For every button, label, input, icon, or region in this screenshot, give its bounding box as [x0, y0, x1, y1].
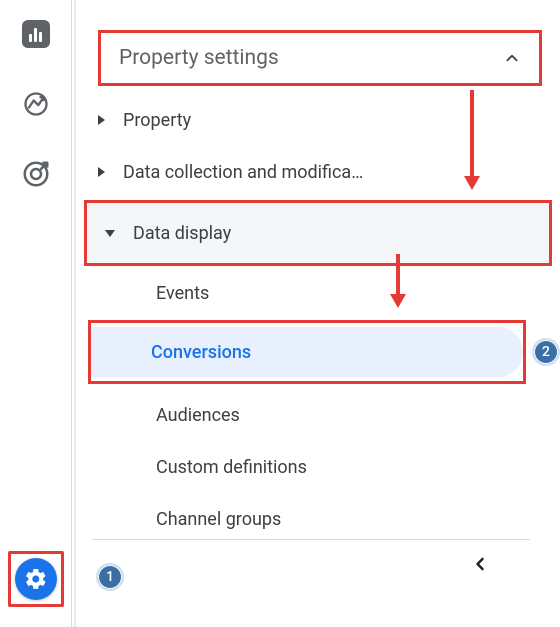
caret-down-icon — [105, 230, 115, 237]
nav-subitem-channel-groups[interactable]: Channel groups — [88, 494, 530, 544]
conversions-highlight-box: Conversions — [88, 320, 526, 384]
settings-panel: Property settings Property Data collecti… — [80, 0, 560, 546]
nav-subitem-label: Custom definitions — [156, 457, 307, 478]
caret-right-icon — [98, 167, 105, 177]
nav-subitem-custom-definitions[interactable]: Custom definitions — [88, 442, 530, 492]
admin-highlight-box — [8, 551, 64, 607]
annotation-badge-2: 2 — [532, 338, 560, 366]
nav-subitem-conversions[interactable]: Conversions — [91, 327, 523, 377]
nav-subitem-label: Conversions — [151, 342, 251, 363]
collapse-row — [92, 539, 530, 587]
nav-subitem-label: Events — [156, 283, 209, 304]
property-settings-label: Property settings — [119, 46, 279, 70]
chevron-up-icon — [503, 49, 521, 67]
nav-item-label: Data display — [133, 223, 231, 244]
data-display-highlight-box: Data display — [84, 200, 552, 266]
rail-divider — [74, 0, 76, 627]
nav-subitem-label: Channel groups — [156, 509, 281, 530]
nav-subitem-label: Audiences — [156, 405, 240, 426]
nav-subitem-events[interactable]: Events — [88, 268, 530, 318]
conversions-row: Conversions 2 — [88, 320, 560, 384]
reports-icon[interactable] — [16, 14, 56, 54]
left-rail — [0, 0, 72, 627]
nav-item-property[interactable]: Property — [80, 96, 530, 144]
nav-item-data-collection[interactable]: Data collection and modifica… — [80, 148, 530, 196]
advertising-icon[interactable] — [16, 154, 56, 194]
property-settings-header[interactable]: Property settings — [98, 30, 542, 86]
chevron-left-icon[interactable] — [470, 554, 490, 574]
nav-item-label: Data collection and modifica… — [123, 162, 363, 183]
nav-subitem-audiences[interactable]: Audiences — [88, 390, 530, 440]
admin-gear-icon[interactable] — [15, 558, 57, 600]
nav-item-data-display[interactable]: Data display — [91, 209, 545, 257]
explore-icon[interactable] — [16, 84, 56, 124]
nav-item-label: Property — [123, 110, 191, 131]
caret-right-icon — [98, 115, 105, 125]
